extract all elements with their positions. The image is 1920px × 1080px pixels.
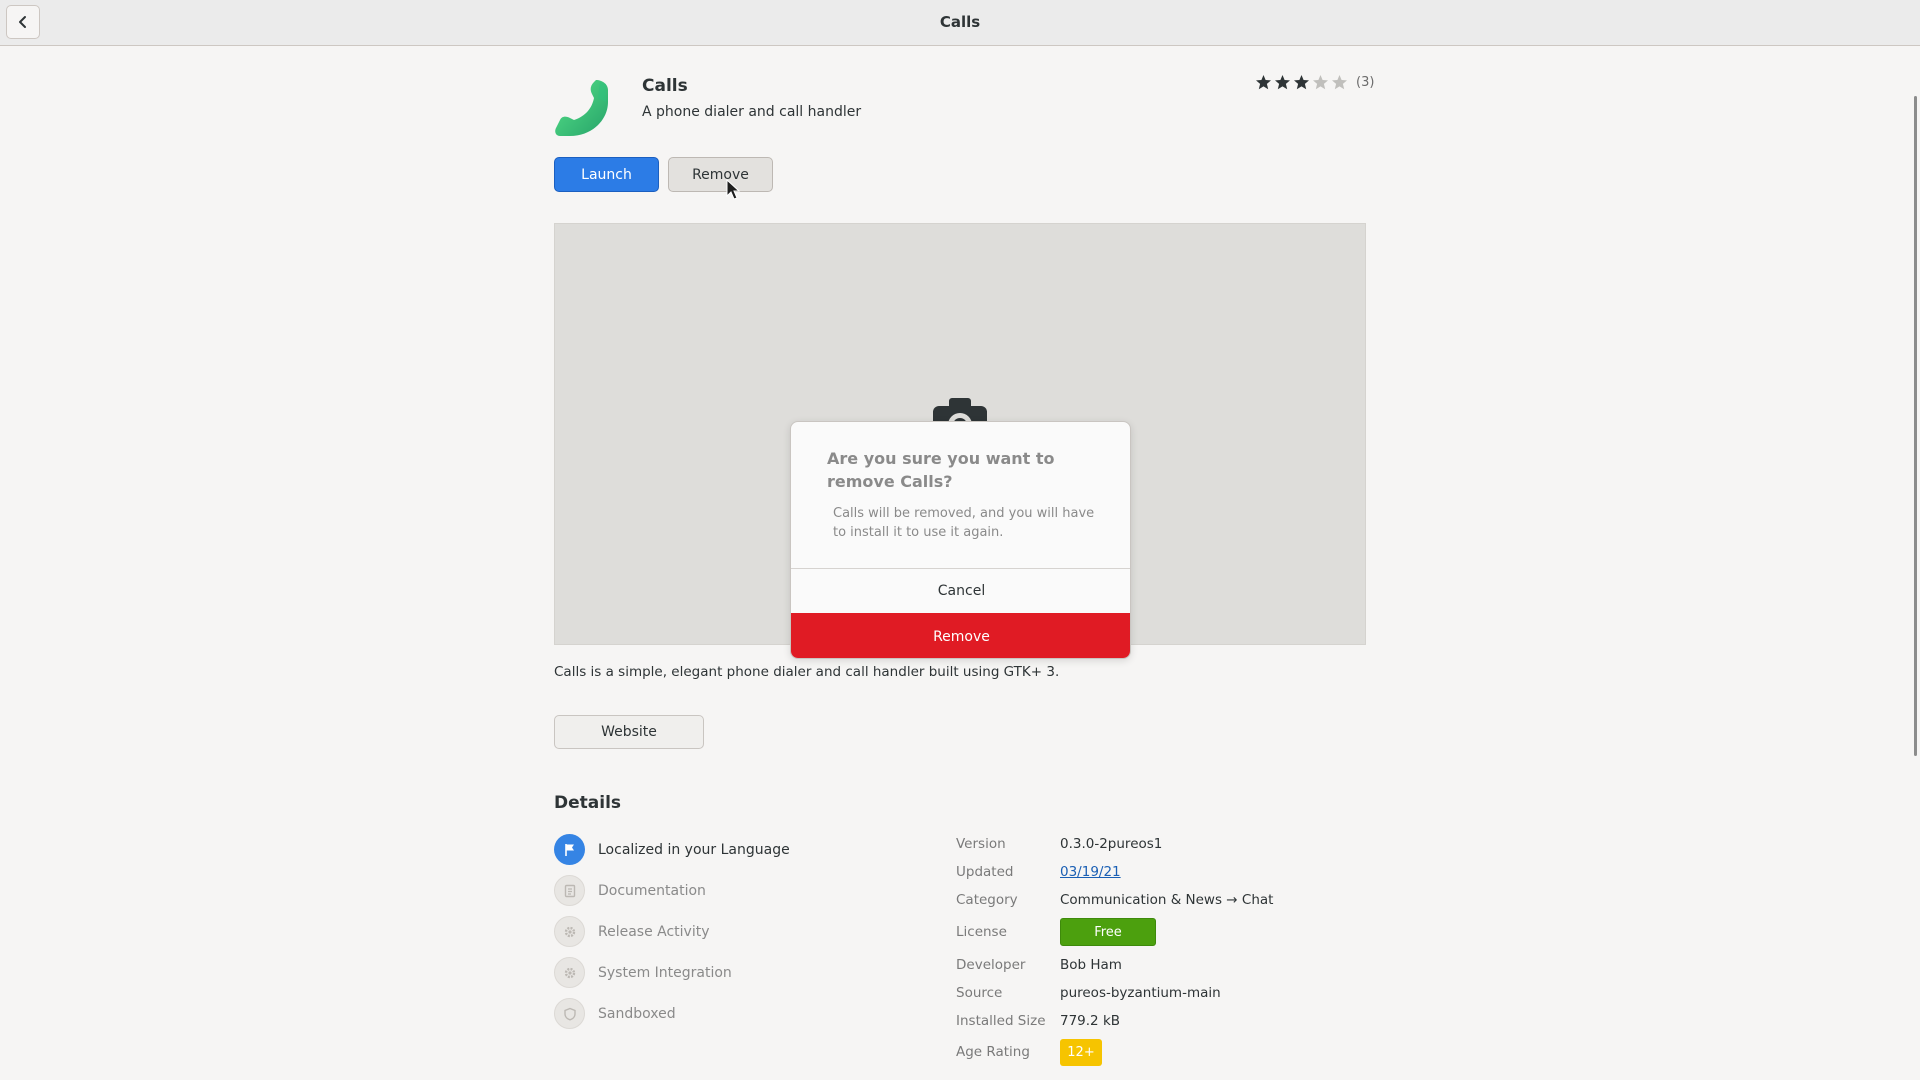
- remove-button[interactable]: Remove: [668, 157, 773, 192]
- app-summary: A phone dialer and call handler: [642, 104, 862, 120]
- launch-button[interactable]: Launch: [554, 157, 659, 192]
- shield-icon: [554, 998, 585, 1029]
- detail-label-age-rating: Age Rating: [956, 1044, 1030, 1060]
- feature-documentation[interactable]: Documentation: [554, 875, 706, 906]
- dialog-remove-button[interactable]: Remove: [791, 613, 1130, 658]
- header-bar: Calls: [0, 0, 1920, 46]
- detail-label-license: License: [956, 924, 1007, 940]
- gear-icon: [554, 916, 585, 947]
- detail-value-installed-size: 779.2 kB: [1060, 1013, 1121, 1029]
- feature-label: Localized in your Language: [598, 841, 790, 858]
- feature-system-integration[interactable]: System Integration: [554, 957, 732, 988]
- feature-localized[interactable]: Localized in your Language: [554, 834, 790, 865]
- detail-label-source: Source: [956, 985, 1003, 1001]
- mouse-cursor-icon: [726, 179, 741, 200]
- app-name: Calls: [642, 76, 688, 96]
- phone-icon: [555, 80, 608, 136]
- star-filled-icon: [1275, 75, 1290, 90]
- feature-sandboxed[interactable]: Sandboxed: [554, 998, 676, 1029]
- dialog-message: Calls will be removed, and you will have…: [833, 506, 1095, 540]
- detail-label-updated: Updated: [956, 864, 1014, 880]
- feature-label: System Integration: [598, 964, 732, 981]
- gear-icon: [554, 957, 585, 988]
- page-title: Calls: [939, 13, 981, 31]
- updated-date-link[interactable]: 03/19/21: [1060, 864, 1121, 880]
- app-description: Calls is a simple, elegant phone dialer …: [554, 664, 1060, 680]
- detail-label-version: Version: [956, 836, 1006, 852]
- feature-label: Release Activity: [598, 923, 710, 940]
- age-rating-badge[interactable]: 12+: [1060, 1039, 1102, 1066]
- detail-label-developer: Developer: [956, 957, 1026, 973]
- detail-value-category: Communication & News → Chat: [1060, 892, 1274, 908]
- feature-release-activity[interactable]: Release Activity: [554, 916, 710, 947]
- rating-count: (3): [1356, 75, 1375, 90]
- star-empty-icon: [1313, 75, 1328, 90]
- license-badge[interactable]: Free: [1060, 918, 1156, 946]
- dialog-title: Are you sure you want to remove Calls?: [827, 449, 1055, 491]
- star-filled-icon: [1256, 75, 1271, 90]
- feature-label: Documentation: [598, 882, 706, 899]
- document-icon: [554, 875, 585, 906]
- details-heading: Details: [554, 793, 622, 813]
- detail-value-source: pureos-byzantium-main: [1060, 985, 1221, 1001]
- detail-value-version: 0.3.0-2pureos1: [1060, 836, 1163, 852]
- star-empty-icon: [1332, 75, 1347, 90]
- remove-confirmation-dialog: Are you sure you want to remove Calls? C…: [790, 421, 1131, 659]
- scrollbar[interactable]: [1909, 46, 1920, 1080]
- website-button[interactable]: Website: [554, 715, 704, 749]
- detail-value-developer: Bob Ham: [1060, 957, 1122, 973]
- detail-label-category: Category: [956, 892, 1018, 908]
- feature-label: Sandboxed: [598, 1005, 676, 1022]
- rating: (3): [1255, 74, 1374, 91]
- scrollbar-thumb[interactable]: [1914, 96, 1917, 756]
- star-filled-icon: [1294, 75, 1309, 90]
- flag-icon: [554, 834, 585, 865]
- detail-label-installed-size: Installed Size: [956, 1013, 1046, 1029]
- dialog-cancel-button[interactable]: Cancel: [791, 568, 1130, 613]
